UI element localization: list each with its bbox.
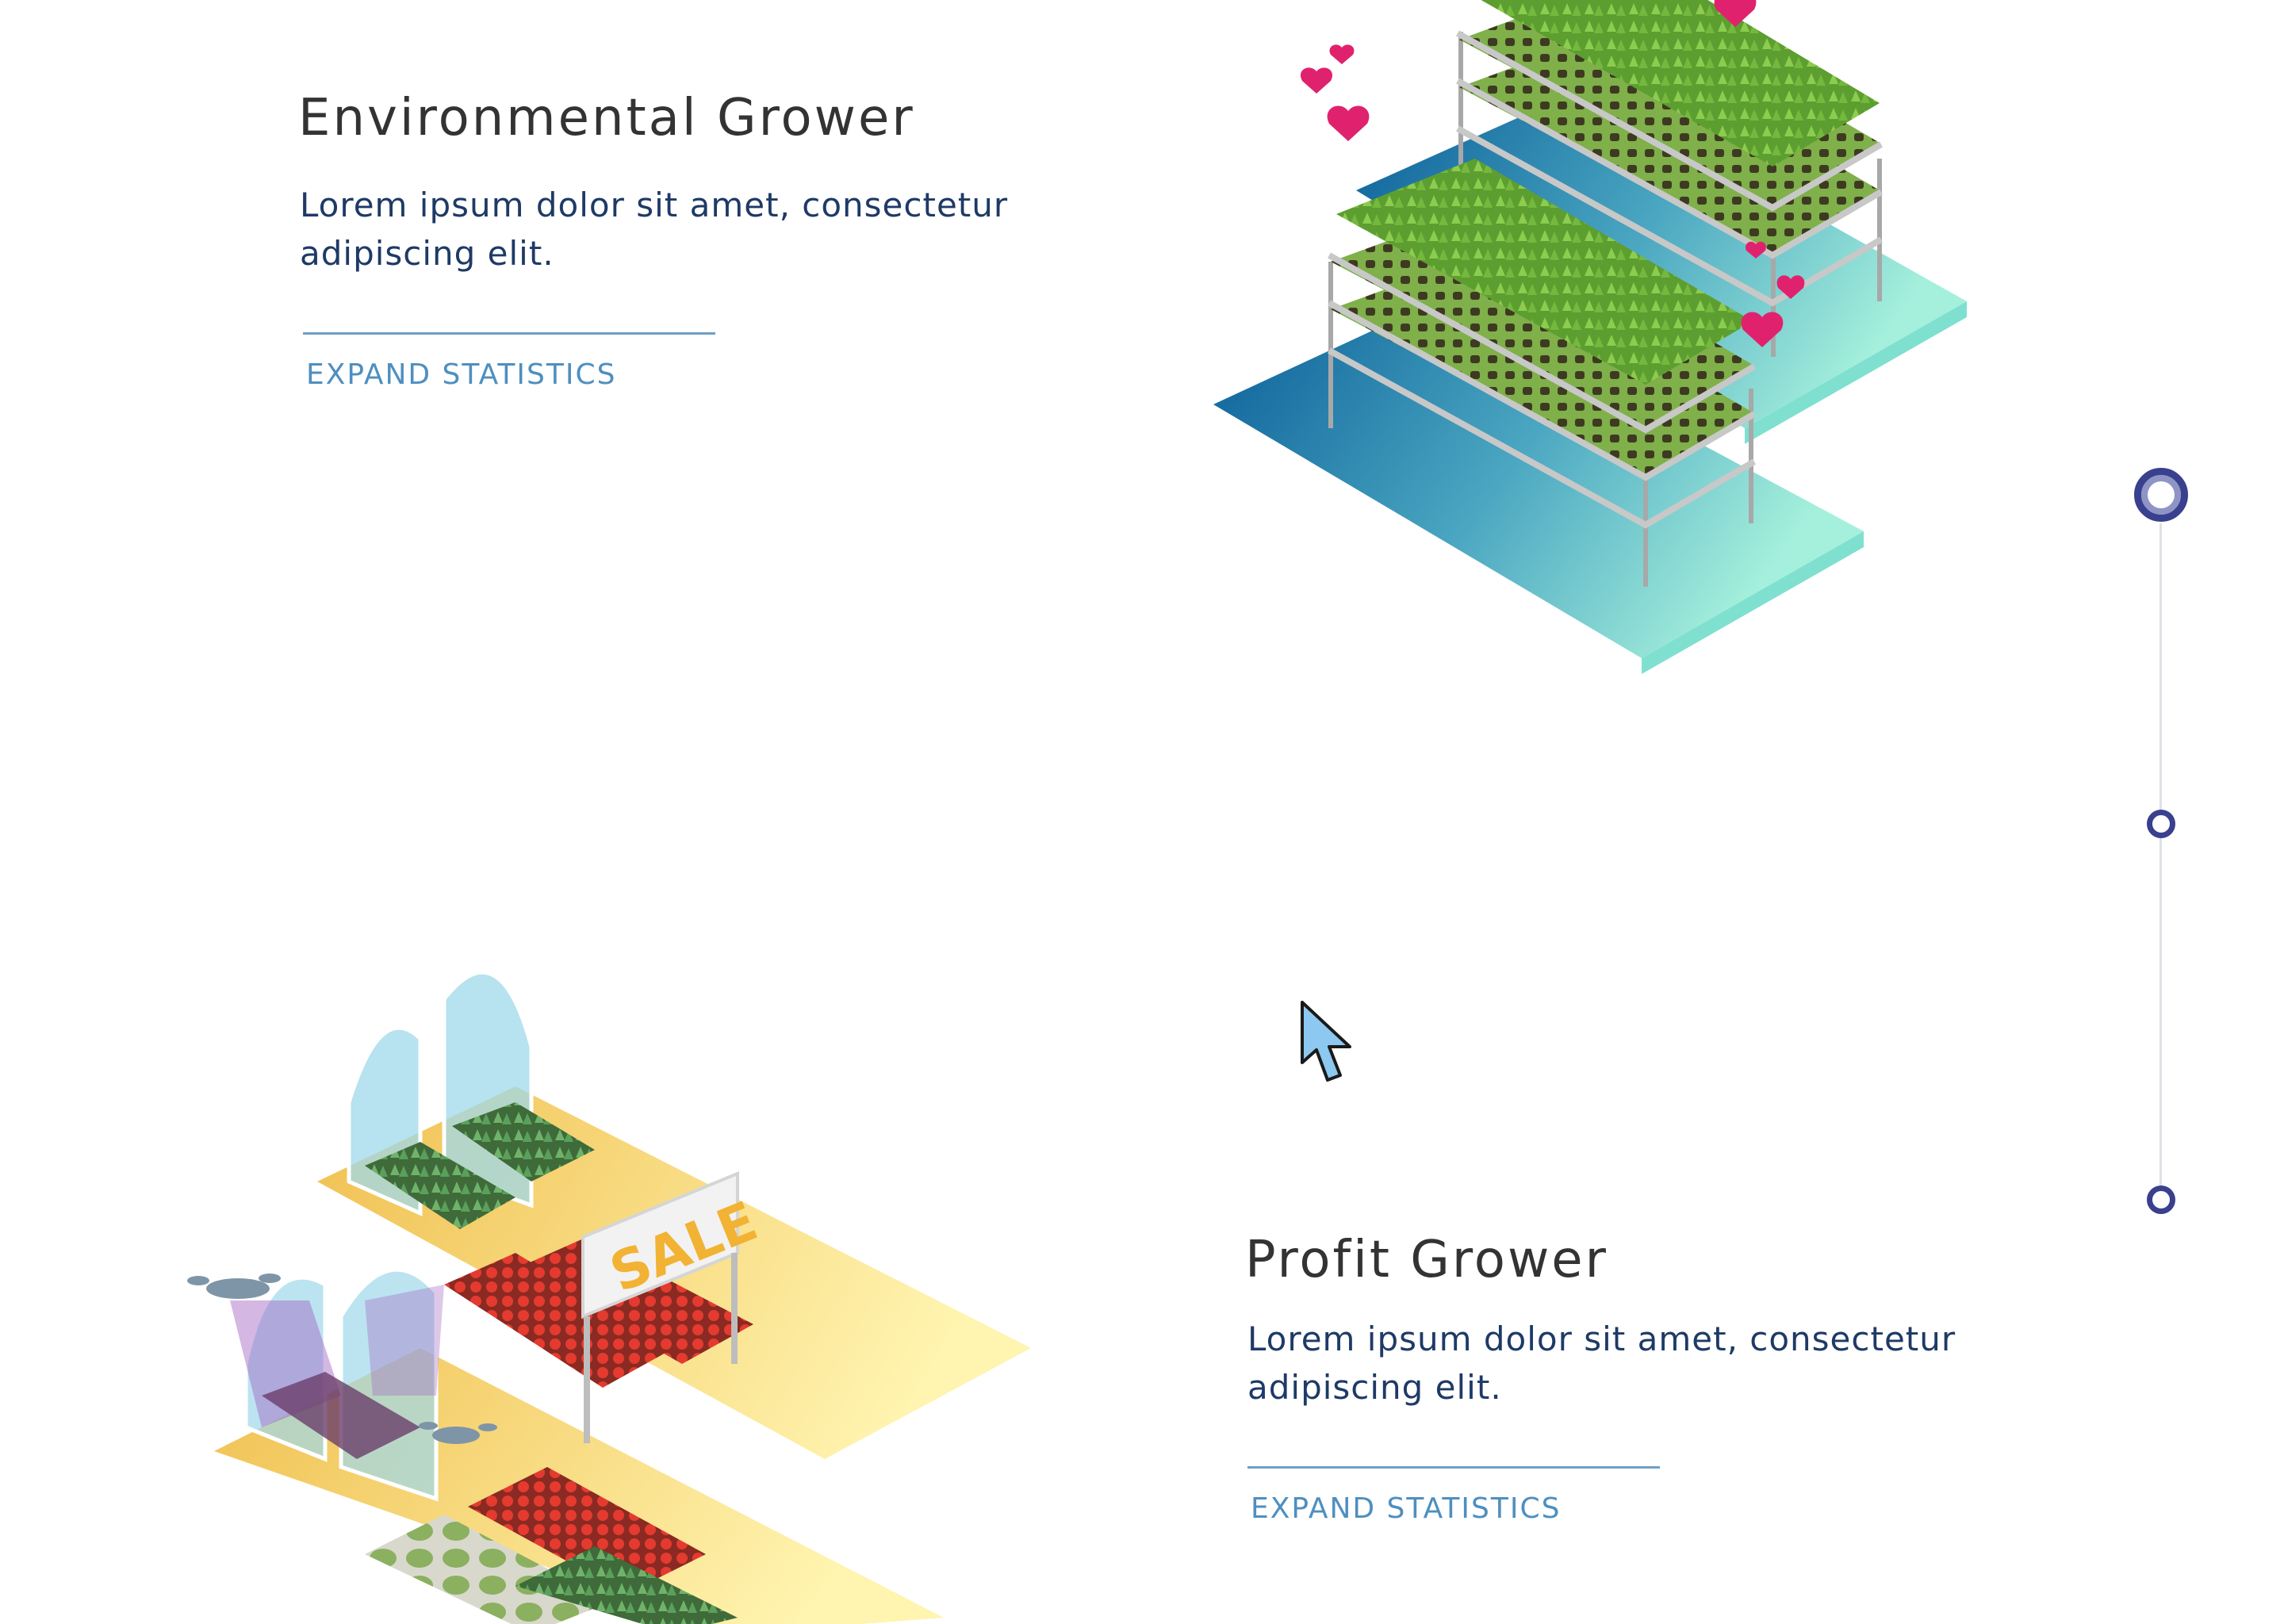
section-title-profit-grower: Profit Grower — [1245, 1231, 1608, 1289]
timeline-step-3[interactable] — [2147, 1185, 2175, 1214]
timeline-track — [2159, 523, 2162, 1197]
section-title-environmental-grower: Environmental Grower — [298, 89, 915, 147]
greenhouse-market-illustration: SALE — [187, 970, 1031, 1624]
mouse-cursor-icon — [1301, 1001, 1351, 1082]
section-divider — [303, 332, 715, 335]
expand-statistics-link-profit[interactable]: EXPAND STATISTICS — [1251, 1492, 1561, 1525]
expand-statistics-link-environmental[interactable]: EXPAND STATISTICS — [306, 358, 616, 391]
section-description-environmental-grower: Lorem ipsum dolor sit amet, consectetur … — [300, 186, 1009, 273]
timeline-step-2[interactable] — [2147, 810, 2175, 838]
section-description-profit-grower: Lorem ipsum dolor sit amet, consectetur … — [1247, 1320, 1956, 1407]
vertical-farm-illustration — [1213, 0, 1967, 674]
section-divider — [1247, 1466, 1660, 1469]
timeline-step-1-active[interactable] — [2134, 468, 2188, 522]
